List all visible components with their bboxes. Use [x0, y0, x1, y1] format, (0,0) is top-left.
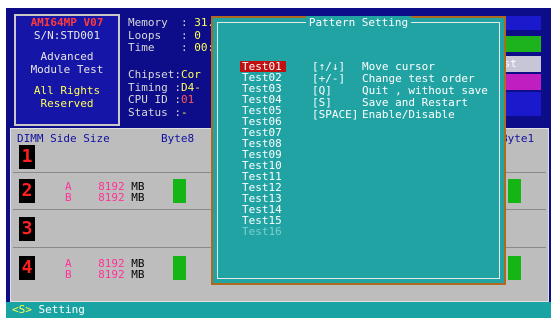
bios-screen: AMI64MP V07 S/N:STD001 Advanced Module T… [6, 8, 551, 318]
title-line2: Module Test [30, 63, 104, 76]
dimm-table-header: DIMM Side Size [17, 132, 110, 145]
status-bar: <S> Setting [6, 302, 551, 318]
cpuid-value: 01 [180, 93, 195, 106]
test-item-16[interactable]: Test16 [240, 226, 286, 237]
rights-line2: Reserved [40, 97, 94, 110]
help-keys: [↑/↓] [+/-] [Q] [S] [SPACE] [312, 61, 358, 121]
setting-hotkey[interactable]: <S> [12, 303, 32, 316]
dimm-4-byte1-status [508, 256, 521, 280]
dimm-4-side-b: B [65, 268, 72, 281]
byte8-header: Byte8 [161, 132, 195, 145]
setting-label: Setting [38, 303, 85, 316]
memory-label: Memory : [128, 16, 188, 29]
timing-value: D4- [180, 80, 201, 94]
dialog-title: Pattern Setting [218, 16, 499, 29]
dimm-slot-3: 3 [19, 217, 35, 241]
timing-label: Timing : [128, 80, 181, 94]
time-label: Time : [128, 41, 188, 54]
chipset-label: Chipset: [128, 68, 181, 81]
test-list: Test01 Test02 Test03 Test04 Test05 Test06 Test… [240, 61, 286, 237]
help-desc: Enable/Disable [362, 108, 455, 121]
chipset-value: Cor [180, 68, 201, 81]
serial-number: S/N:STD001 [33, 29, 101, 42]
dialog-frame: Pattern Setting Test01 Test02 Test03 Test04… [217, 16, 500, 279]
memory-info: Memory : 31. Loops : 0 Time : 00: [128, 16, 214, 55]
dimm-2-byte8-status [173, 179, 186, 203]
product-name: AMI64MP V07 [30, 16, 104, 29]
cpuid-label: CPU ID : [128, 93, 181, 106]
title-line1: Advanced [40, 50, 94, 63]
dialog-title-text: Pattern Setting [305, 16, 412, 29]
loops-value: 0 [194, 28, 201, 42]
product-info-box: AMI64MP V07 S/N:STD001 Advanced Module T… [14, 14, 120, 126]
pattern-setting-dialog: Pattern Setting Test01 Test02 Test03 Test04… [211, 16, 506, 285]
dimm-2-size-b: 8192 [98, 191, 125, 204]
dimm-slot-2: 2 [19, 179, 35, 203]
status-value: - [180, 105, 188, 119]
dimm-4-byte8-status [173, 256, 186, 280]
rights-line1: All Rights [33, 84, 101, 97]
dimm-2-byte1-status [508, 179, 521, 203]
dimm-slot-1: 1 [19, 145, 35, 169]
status-label: Status : [128, 105, 181, 119]
loops-label: Loops : [128, 28, 188, 42]
dimm-2-side-b: B [65, 191, 72, 204]
help-descriptions: Move cursor Change test order Quit , witho… [362, 61, 488, 121]
dimm-4-size-b: 8192 [98, 268, 125, 281]
chipset-info: Chipset:Cor Timing :D4- CPU ID :01 Statu… [128, 68, 201, 119]
dimm-4-unit-b: MB [131, 268, 145, 281]
dimm-2-info: A 8192 MB B 8192 MB [65, 181, 145, 203]
dimm-4-info: A 8192 MB B 8192 MB [65, 258, 145, 280]
help-key: [SPACE] [312, 108, 359, 121]
dimm-2-unit-b: MB [131, 191, 145, 204]
dimm-slot-4: 4 [19, 256, 35, 280]
